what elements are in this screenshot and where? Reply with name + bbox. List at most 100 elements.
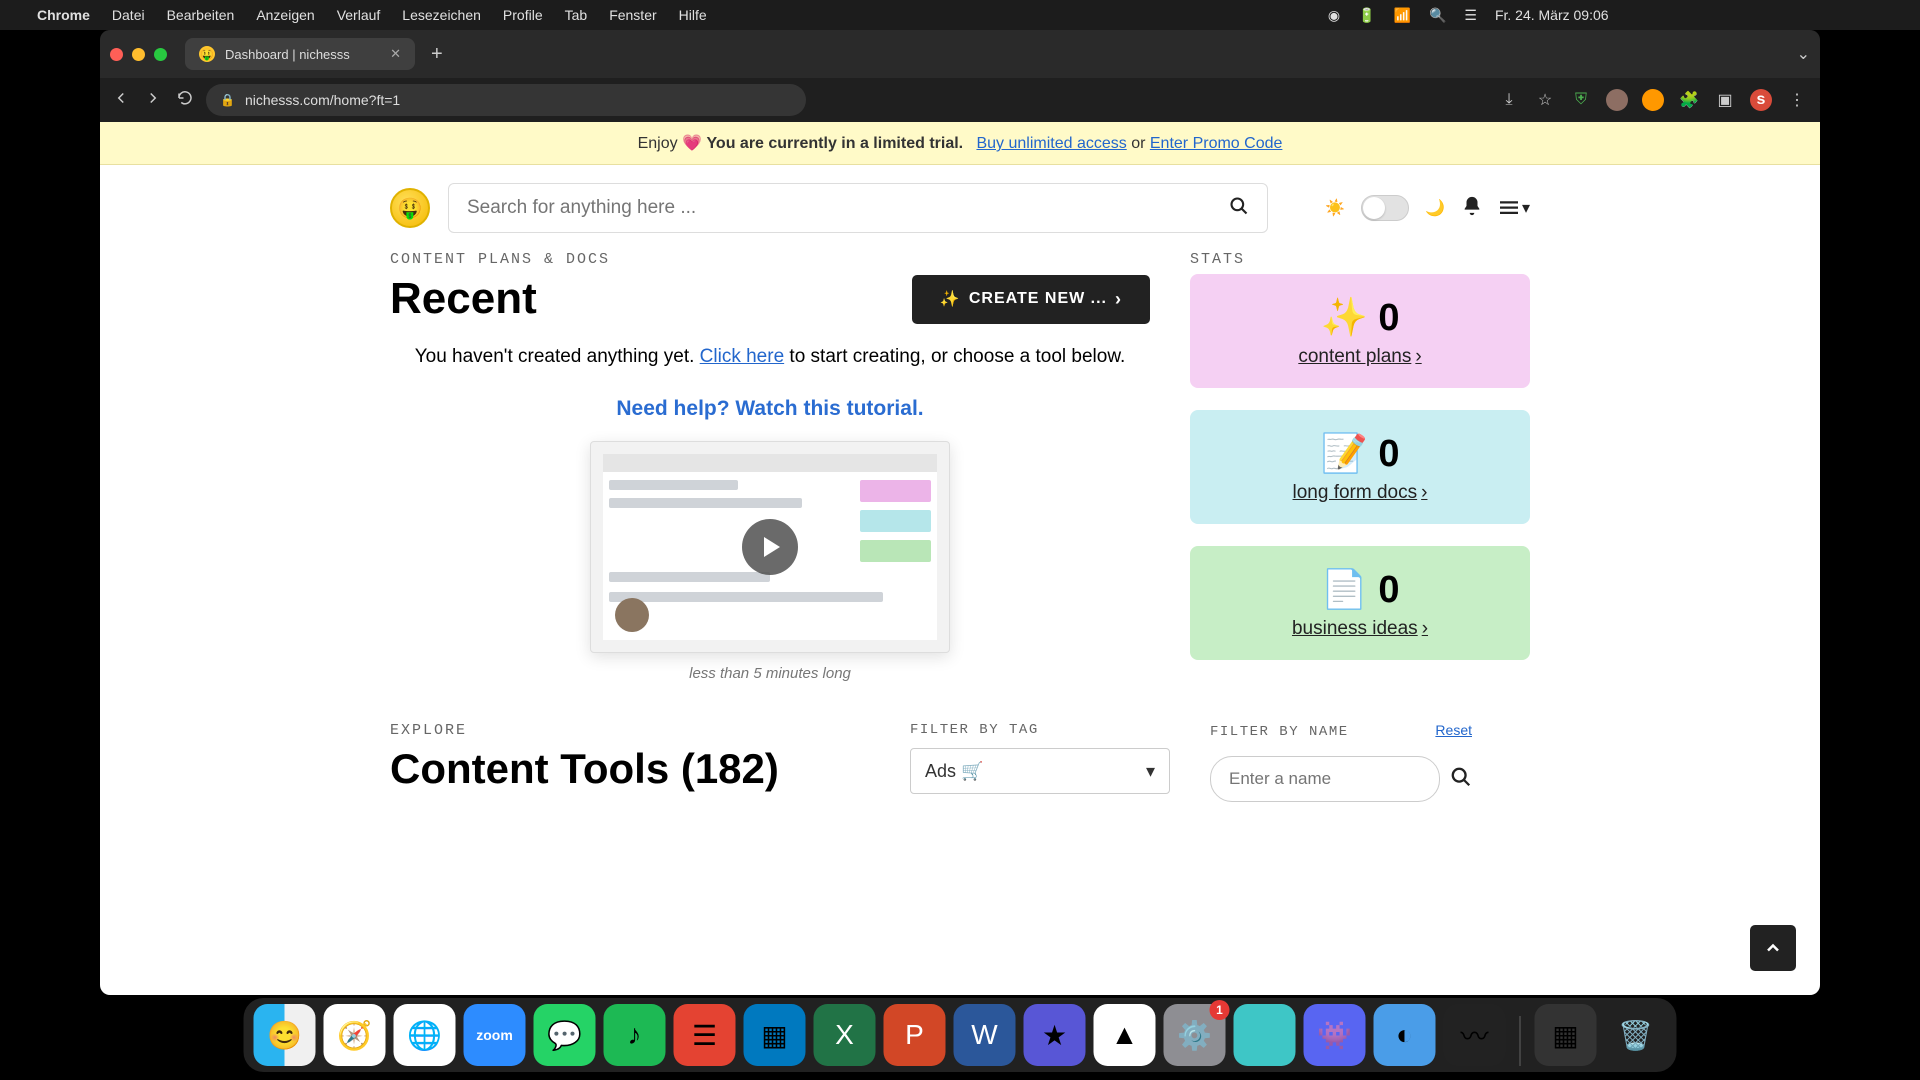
sparkle-icon: ✨ [940,289,961,309]
stats-label: business ideas [1292,618,1418,640]
create-new-button[interactable]: ✨ CREATE NEW ... › [912,275,1150,324]
filter-tag-label: FILTER BY TAG [910,722,1170,738]
tutorial-video-thumbnail[interactable] [590,441,950,653]
filter-tag-dropdown[interactable]: Ads 🛒 ▾ [910,748,1170,794]
menu-item[interactable]: Fenster [609,7,656,23]
address-bar: 🔒 nichesss.com/home?ft=1 ⤓ ☆ ⛨ 🧩 ▣ s ⋮ [100,78,1820,122]
buy-access-link[interactable]: Buy unlimited access [976,135,1126,152]
dock-chrome[interactable]: 🌐 [394,1004,456,1066]
hamburger-menu[interactable]: ▾ [1499,198,1530,218]
menu-item[interactable]: Lesezeichen [402,7,481,23]
banner-text-bold: You are currently in a limited trial. [706,135,963,152]
menu-item[interactable]: Bearbeiten [167,7,235,23]
dock-settings[interactable]: ⚙️1 [1164,1004,1226,1066]
stats-value: 0 [1378,297,1399,339]
extension-icon[interactable] [1642,89,1664,111]
explore-title: Content Tools (182) [390,745,870,793]
dock-drive[interactable]: ▲ [1094,1004,1156,1066]
promo-code-link[interactable]: Enter Promo Code [1150,135,1283,152]
dock-imovie[interactable]: ★ [1024,1004,1086,1066]
extension-icon[interactable] [1606,89,1628,111]
dropdown-value: Ads 🛒 [925,761,983,782]
extension-icon[interactable]: ⛨ [1570,89,1592,111]
tutorial-caption: less than 5 minutes long [390,665,1150,682]
reload-button[interactable] [176,89,194,112]
dock-app[interactable]: ▦ [1535,1004,1597,1066]
app-logo[interactable]: 🤑 [390,188,430,228]
control-center-icon[interactable]: ☰ [1464,7,1477,24]
spotlight-icon[interactable]: 🔍 [1429,7,1446,24]
search-icon[interactable] [1229,196,1249,221]
menubar-right: ◉ 🔋 📶 🔍 ☰ Fr. 24. März 09:06 [1328,7,1905,24]
dock-zoom[interactable]: zoom [464,1004,526,1066]
dock-word[interactable]: W [954,1004,1016,1066]
click-here-link[interactable]: Click here [700,346,784,367]
back-button[interactable] [112,89,130,112]
clock[interactable]: Fr. 24. März 09:06 [1495,7,1609,23]
stats-card-content-plans[interactable]: ✨ 0 content plans › [1190,274,1530,388]
tab-close-icon[interactable]: ✕ [390,46,401,62]
url-input[interactable]: 🔒 nichesss.com/home?ft=1 [206,84,806,116]
menubar-app-name[interactable]: Chrome [37,7,90,23]
moon-icon: 🌙 [1425,198,1445,218]
forward-button[interactable] [144,89,162,112]
stats-label: long form docs [1293,482,1418,504]
window-close-button[interactable] [110,48,123,61]
dock-trash[interactable]: 🗑️ [1605,1004,1667,1066]
stats-card-business-ideas[interactable]: 📄 0 business ideas › [1190,546,1530,660]
dock-powerpoint[interactable]: P [884,1004,946,1066]
stats-emoji: 📄 [1320,569,1367,611]
filter-name-label: FILTER BY NAME [1210,724,1349,740]
banner-or: or [1127,135,1150,152]
sidepanel-icon[interactable]: ▣ [1714,89,1736,111]
stats-label: content plans [1298,346,1411,368]
dock-app[interactable] [1234,1004,1296,1066]
notifications-icon[interactable] [1461,195,1483,222]
scroll-to-top-button[interactable] [1750,925,1796,971]
dock-whatsapp[interactable]: 💬 [534,1004,596,1066]
window-controls [110,48,167,61]
dock-trello[interactable]: ▦ [744,1004,806,1066]
dock-safari[interactable]: 🧭 [324,1004,386,1066]
bookmark-icon[interactable]: ☆ [1534,89,1556,111]
dock-todoist[interactable]: ☰ [674,1004,736,1066]
dock-excel[interactable]: X [814,1004,876,1066]
profile-avatar[interactable]: s [1750,89,1772,111]
menu-item[interactable]: Profile [503,7,543,23]
dock-app[interactable]: 〰 [1444,1004,1506,1066]
record-icon[interactable]: ◉ [1328,7,1340,24]
empty-state-text: You haven't created anything yet. Click … [390,342,1150,371]
menu-item[interactable]: Datei [112,7,145,23]
extensions-menu-icon[interactable]: 🧩 [1678,89,1700,111]
cta-label: CREATE NEW ... [969,290,1107,308]
search-bar[interactable] [448,183,1268,233]
filter-name-input[interactable] [1210,756,1440,802]
dock-spotify[interactable]: ♪ [604,1004,666,1066]
stats-card-long-form-docs[interactable]: 📝 0 long form docs › [1190,410,1530,524]
battery-icon[interactable]: 🔋 [1358,7,1375,24]
search-input[interactable] [467,197,1229,219]
browser-tab[interactable]: 🤑 Dashboard | nichesss ✕ [185,38,415,70]
kebab-menu-icon[interactable]: ⋮ [1786,89,1808,111]
window-fullscreen-button[interactable] [154,48,167,61]
menu-item[interactable]: Anzeigen [256,7,314,23]
menu-item[interactable]: Hilfe [679,7,707,23]
favicon-icon: 🤑 [199,46,215,62]
reset-link[interactable]: Reset [1435,722,1472,738]
tab-bar: 🤑 Dashboard | nichesss ✕ + ⌄ [100,30,1820,78]
menu-item[interactable]: Verlauf [337,7,381,23]
search-icon[interactable] [1450,766,1472,793]
menu-item[interactable]: Tab [565,7,588,23]
new-tab-button[interactable]: + [423,43,451,66]
dock-app[interactable]: ◐ [1374,1004,1436,1066]
install-icon[interactable]: ⤓ [1498,89,1520,111]
tab-list-button[interactable]: ⌄ [1797,44,1810,64]
wifi-icon[interactable]: 📶 [1394,7,1411,24]
dock-discord[interactable]: 👾 [1304,1004,1366,1066]
dock-finder[interactable]: 😊 [254,1004,316,1066]
tutorial-link[interactable]: Need help? Watch this tutorial. [390,397,1150,421]
browser-window: 🤑 Dashboard | nichesss ✕ + ⌄ 🔒 nichesss.… [100,30,1820,995]
window-minimize-button[interactable] [132,48,145,61]
page-title: Recent [390,274,537,324]
theme-toggle[interactable] [1361,195,1409,221]
